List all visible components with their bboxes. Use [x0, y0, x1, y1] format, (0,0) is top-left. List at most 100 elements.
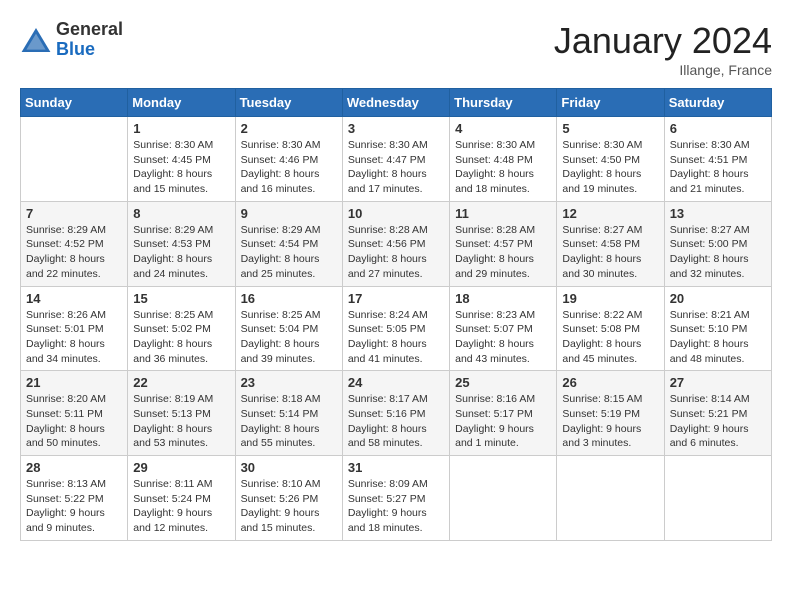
day-info: Sunrise: 8:11 AMSunset: 5:24 PMDaylight:… [133, 477, 229, 536]
day-info: Sunrise: 8:17 AMSunset: 5:16 PMDaylight:… [348, 392, 444, 451]
day-number: 26 [562, 375, 658, 390]
calendar-cell: 15 Sunrise: 8:25 AMSunset: 5:02 PMDayligh… [128, 286, 235, 371]
day-number: 22 [133, 375, 229, 390]
day-info: Sunrise: 8:15 AMSunset: 5:19 PMDaylight:… [562, 392, 658, 451]
calendar-cell: 22 Sunrise: 8:19 AMSunset: 5:13 PMDayligh… [128, 371, 235, 456]
calendar-week-3: 14 Sunrise: 8:26 AMSunset: 5:01 PMDayligh… [21, 286, 772, 371]
calendar-cell: 31Sunrise: 8:09 AMSunset: 5:27 PMDayligh… [342, 456, 449, 541]
calendar-week-4: 21 Sunrise: 8:20 AMSunset: 5:11 PMDayligh… [21, 371, 772, 456]
calendar-cell: 16 Sunrise: 8:25 AMSunset: 5:04 PMDayligh… [235, 286, 342, 371]
calendar-cell: 19Sunrise: 8:22 AMSunset: 5:08 PMDayligh… [557, 286, 664, 371]
day-number: 28 [26, 460, 122, 475]
day-number: 8 [133, 206, 229, 221]
day-number: 19 [562, 291, 658, 306]
day-info: Sunrise: 8:19 AMSunset: 5:13 PMDaylight:… [133, 392, 229, 451]
calendar-cell: 18Sunrise: 8:23 AMSunset: 5:07 PMDayligh… [450, 286, 557, 371]
day-number: 6 [670, 121, 766, 136]
calendar-week-2: 7Sunrise: 8:29 AMSunset: 4:52 PMDaylight… [21, 201, 772, 286]
day-number: 21 [26, 375, 122, 390]
calendar-cell: 24 Sunrise: 8:17 AMSunset: 5:16 PMDayligh… [342, 371, 449, 456]
weekday-header-sunday: Sunday [21, 89, 128, 117]
logo-blue: Blue [56, 40, 123, 60]
day-info: Sunrise: 8:25 AMSunset: 5:02 PMDaylight:… [133, 308, 229, 367]
day-info: Sunrise: 8:25 AMSunset: 5:04 PMDaylight:… [241, 308, 337, 367]
day-info: Sunrise: 8:13 AMSunset: 5:22 PMDaylight:… [26, 477, 122, 536]
day-number: 17 [348, 291, 444, 306]
weekday-header-row: SundayMondayTuesdayWednesdayThursdayFrid… [21, 89, 772, 117]
day-number: 12 [562, 206, 658, 221]
weekday-header-thursday: Thursday [450, 89, 557, 117]
calendar-cell: 21 Sunrise: 8:20 AMSunset: 5:11 PMDayligh… [21, 371, 128, 456]
calendar-cell: 27Sunrise: 8:14 AMSunset: 5:21 PMDayligh… [664, 371, 771, 456]
calendar-cell [21, 117, 128, 202]
calendar-cell: 6 Sunrise: 8:30 AMSunset: 4:51 PMDaylight… [664, 117, 771, 202]
day-number: 5 [562, 121, 658, 136]
calendar-cell: 10 Sunrise: 8:28 AMSunset: 4:56 PMDayligh… [342, 201, 449, 286]
day-info: Sunrise: 8:30 AMSunset: 4:51 PMDaylight:… [670, 138, 766, 197]
calendar-cell: 14 Sunrise: 8:26 AMSunset: 5:01 PMDayligh… [21, 286, 128, 371]
day-info: Sunrise: 8:30 AMSunset: 4:45 PMDaylight:… [133, 138, 229, 197]
logo: General Blue [20, 20, 123, 60]
calendar-cell: 7Sunrise: 8:29 AMSunset: 4:52 PMDaylight… [21, 201, 128, 286]
calendar-cell: 8 Sunrise: 8:29 AMSunset: 4:53 PMDaylight… [128, 201, 235, 286]
calendar-cell: 29Sunrise: 8:11 AMSunset: 5:24 PMDayligh… [128, 456, 235, 541]
day-info: Sunrise: 8:30 AMSunset: 4:50 PMDaylight:… [562, 138, 658, 197]
day-info: Sunrise: 8:28 AMSunset: 4:56 PMDaylight:… [348, 223, 444, 282]
day-info: Sunrise: 8:18 AMSunset: 5:14 PMDaylight:… [241, 392, 337, 451]
day-info: Sunrise: 8:29 AMSunset: 4:52 PMDaylight:… [26, 223, 122, 282]
calendar-cell: 5 Sunrise: 8:30 AMSunset: 4:50 PMDaylight… [557, 117, 664, 202]
day-info: Sunrise: 8:29 AMSunset: 4:54 PMDaylight:… [241, 223, 337, 282]
day-number: 4 [455, 121, 551, 136]
day-number: 25 [455, 375, 551, 390]
calendar-cell: 26 Sunrise: 8:15 AMSunset: 5:19 PMDayligh… [557, 371, 664, 456]
day-number: 1 [133, 121, 229, 136]
day-info: Sunrise: 8:16 AMSunset: 5:17 PMDaylight:… [455, 392, 551, 451]
calendar-cell [664, 456, 771, 541]
weekday-header-friday: Friday [557, 89, 664, 117]
logo-general: General [56, 20, 123, 40]
weekday-header-tuesday: Tuesday [235, 89, 342, 117]
day-number: 9 [241, 206, 337, 221]
day-info: Sunrise: 8:30 AMSunset: 4:46 PMDaylight:… [241, 138, 337, 197]
calendar-week-5: 28 Sunrise: 8:13 AMSunset: 5:22 PMDayligh… [21, 456, 772, 541]
month-title: January 2024 [554, 20, 772, 62]
day-info: Sunrise: 8:20 AMSunset: 5:11 PMDaylight:… [26, 392, 122, 451]
day-number: 14 [26, 291, 122, 306]
day-info: Sunrise: 8:09 AMSunset: 5:27 PMDaylight:… [348, 477, 444, 536]
day-info: Sunrise: 8:26 AMSunset: 5:01 PMDaylight:… [26, 308, 122, 367]
calendar-cell: 2 Sunrise: 8:30 AMSunset: 4:46 PMDaylight… [235, 117, 342, 202]
calendar-cell: 3Sunrise: 8:30 AMSunset: 4:47 PMDaylight… [342, 117, 449, 202]
calendar-table: SundayMondayTuesdayWednesdayThursdayFrid… [20, 88, 772, 541]
calendar-cell: 12Sunrise: 8:27 AMSunset: 4:58 PMDayligh… [557, 201, 664, 286]
calendar-cell: 9 Sunrise: 8:29 AMSunset: 4:54 PMDaylight… [235, 201, 342, 286]
logo-text: General Blue [56, 20, 123, 60]
day-info: Sunrise: 8:29 AMSunset: 4:53 PMDaylight:… [133, 223, 229, 282]
day-info: Sunrise: 8:27 AMSunset: 5:00 PMDaylight:… [670, 223, 766, 282]
day-number: 15 [133, 291, 229, 306]
calendar-cell: 28 Sunrise: 8:13 AMSunset: 5:22 PMDayligh… [21, 456, 128, 541]
weekday-header-wednesday: Wednesday [342, 89, 449, 117]
calendar-cell: 1 Sunrise: 8:30 AMSunset: 4:45 PMDaylight… [128, 117, 235, 202]
day-number: 23 [241, 375, 337, 390]
calendar-week-1: 1 Sunrise: 8:30 AMSunset: 4:45 PMDaylight… [21, 117, 772, 202]
calendar-cell: 23 Sunrise: 8:18 AMSunset: 5:14 PMDayligh… [235, 371, 342, 456]
calendar-cell: 20Sunrise: 8:21 AMSunset: 5:10 PMDayligh… [664, 286, 771, 371]
day-number: 11 [455, 206, 551, 221]
day-number: 2 [241, 121, 337, 136]
day-info: Sunrise: 8:30 AMSunset: 4:48 PMDaylight:… [455, 138, 551, 197]
weekday-header-saturday: Saturday [664, 89, 771, 117]
page-header: General Blue January 2024 Illange, Franc… [20, 20, 772, 78]
day-info: Sunrise: 8:28 AMSunset: 4:57 PMDaylight:… [455, 223, 551, 282]
calendar-cell: 11 Sunrise: 8:28 AMSunset: 4:57 PMDayligh… [450, 201, 557, 286]
weekday-header-monday: Monday [128, 89, 235, 117]
day-info: Sunrise: 8:24 AMSunset: 5:05 PMDaylight:… [348, 308, 444, 367]
day-number: 10 [348, 206, 444, 221]
calendar-cell [450, 456, 557, 541]
day-info: Sunrise: 8:10 AMSunset: 5:26 PMDaylight:… [241, 477, 337, 536]
day-number: 20 [670, 291, 766, 306]
day-number: 16 [241, 291, 337, 306]
day-number: 18 [455, 291, 551, 306]
day-number: 13 [670, 206, 766, 221]
day-number: 24 [348, 375, 444, 390]
calendar-cell: 4 Sunrise: 8:30 AMSunset: 4:48 PMDaylight… [450, 117, 557, 202]
